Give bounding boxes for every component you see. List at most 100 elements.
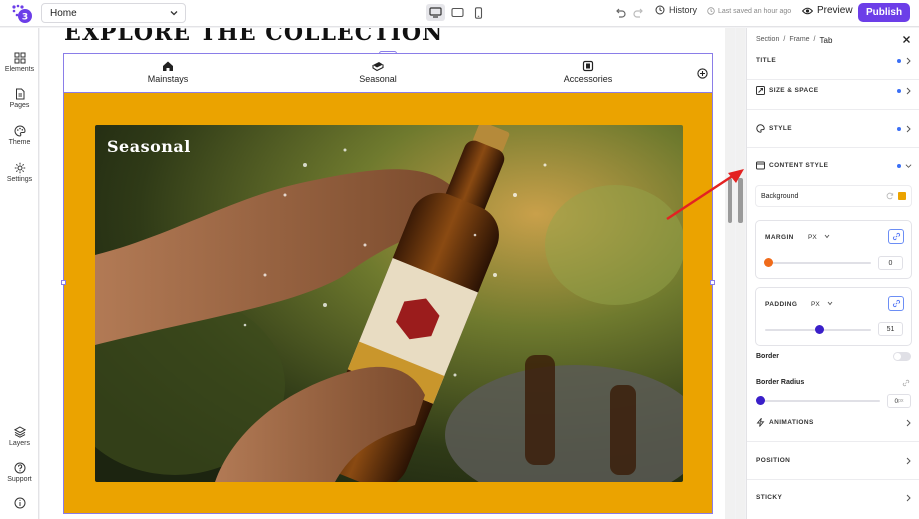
- properties-panel: Section / Frame / Tab TITLE SIZE & SPACE…: [746, 28, 919, 519]
- window-icon: [756, 161, 765, 170]
- save-status-label: Last saved an hour ago: [718, 7, 792, 15]
- panel-title[interactable]: Seasonal: [107, 137, 191, 156]
- collection-heading[interactable]: EXPLORE THE COLLECTION: [64, 28, 443, 46]
- sidebar-item-support[interactable]: Support: [0, 462, 39, 483]
- tablet-view-button[interactable]: [448, 4, 467, 21]
- section-sticky[interactable]: STICKY: [747, 480, 919, 517]
- section-content-style[interactable]: CONTENT STYLE: [747, 148, 919, 185]
- chevron-down-icon: [905, 164, 912, 168]
- help-icon: [14, 462, 25, 474]
- background-color-swatch[interactable]: [898, 192, 906, 200]
- tab-accessories[interactable]: Accessories: [484, 60, 692, 93]
- undo-icon[interactable]: [613, 6, 627, 20]
- section-position[interactable]: POSITION: [747, 443, 919, 480]
- modified-indicator: [897, 89, 901, 93]
- padding-unit-select[interactable]: PX: [811, 301, 833, 308]
- history-button[interactable]: History: [655, 5, 697, 15]
- margin-link-button[interactable]: [888, 229, 904, 244]
- tablet-icon: [451, 7, 464, 18]
- preview-label: Preview: [817, 5, 853, 16]
- canvas-scrollbar[interactable]: [725, 28, 735, 519]
- border-radius-unit: px: [898, 398, 904, 404]
- section-style[interactable]: STYLE: [747, 111, 919, 148]
- palette-icon: [756, 124, 765, 133]
- app-logo[interactable]: 3: [11, 4, 33, 24]
- border-radius-label: Border Radius: [756, 379, 805, 386]
- desktop-view-button[interactable]: [426, 4, 445, 21]
- padding-value-input[interactable]: 51: [878, 322, 903, 336]
- chevron-right-icon: [906, 125, 911, 133]
- chevron-right-icon: [906, 57, 911, 65]
- sidebar-item-elements[interactable]: Elements: [0, 52, 39, 73]
- border-toggle[interactable]: [893, 352, 911, 361]
- background-row[interactable]: Background: [755, 185, 912, 207]
- chevron-right-icon: [906, 419, 911, 427]
- link-icon: [892, 232, 900, 241]
- sidebar-label-pages: Pages: [9, 102, 30, 109]
- tab-content-panel[interactable]: Seasonal: [61, 93, 715, 514]
- modified-indicator: [897, 127, 901, 131]
- padding-link-button[interactable]: [888, 296, 904, 311]
- margin-slider-thumb[interactable]: [763, 258, 773, 267]
- canvas-scrollbar-right[interactable]: [736, 28, 745, 519]
- grid-icon: [14, 52, 25, 64]
- sidebar-label-theme: Theme: [8, 139, 31, 146]
- publish-button[interactable]: Publish: [858, 3, 910, 22]
- info-icon: [14, 497, 25, 509]
- section-animations[interactable]: ANIMATIONS: [747, 405, 919, 442]
- chevron-down-icon: [825, 234, 830, 239]
- resize-handle-right[interactable]: [710, 280, 715, 285]
- svg-text:3: 3: [22, 13, 28, 23]
- tab-mainstays[interactable]: Mainstays: [64, 60, 272, 93]
- margin-slider[interactable]: [768, 262, 871, 264]
- clock-icon: [707, 7, 715, 15]
- add-tab-icon[interactable]: [697, 68, 708, 79]
- chevron-right-icon: [906, 494, 911, 502]
- margin-value-input[interactable]: 0: [878, 256, 903, 270]
- resize-handle-left[interactable]: [61, 280, 66, 285]
- tab-label-mainstays: Mainstays: [147, 74, 189, 84]
- border-radius-slider-thumb[interactable]: [755, 396, 765, 405]
- modified-indicator: [897, 164, 901, 168]
- sidebar-item-pages[interactable]: Pages: [0, 88, 39, 109]
- page-selector[interactable]: Home: [41, 3, 186, 23]
- history-label: History: [669, 5, 698, 15]
- editor-canvas: EXPLORE THE COLLECTION Mainstays Seasona…: [40, 28, 735, 519]
- chevron-down-icon: [828, 301, 833, 306]
- padding-box: PADDING PX 51: [755, 287, 912, 346]
- sidebar-label-elements: Elements: [4, 66, 35, 73]
- border-label: Border: [756, 353, 779, 360]
- chevron-right-icon: [906, 87, 911, 95]
- link-icon: [892, 299, 900, 308]
- layers-icon: [13, 426, 26, 438]
- mobile-view-button[interactable]: [469, 4, 488, 21]
- save-status: Last saved an hour ago: [707, 7, 791, 15]
- tabs-bar: Mainstays Seasonal Accessories: [63, 53, 713, 96]
- border-radius-slider[interactable]: [760, 400, 880, 402]
- tab-seasonal[interactable]: Seasonal: [274, 60, 482, 96]
- margin-label: MARGIN: [765, 234, 794, 241]
- redo-icon[interactable]: [632, 6, 646, 20]
- sidebar-label-support: Support: [7, 476, 32, 483]
- reset-icon[interactable]: [886, 192, 894, 200]
- sidebar-item-theme[interactable]: Theme: [0, 125, 39, 146]
- page-icon: [15, 88, 24, 100]
- link-icon[interactable]: [902, 379, 910, 387]
- margin-unit-select[interactable]: PX: [808, 234, 830, 241]
- margin-unit-label: PX: [808, 234, 817, 241]
- top-toolbar: 3 Home History Last saved an hour ago Pr…: [0, 0, 919, 27]
- desktop-icon: [429, 7, 442, 18]
- sidebar-item-settings[interactable]: Settings: [0, 162, 39, 183]
- modified-indicator: [897, 59, 901, 63]
- gear-icon: [14, 162, 25, 174]
- section-size-space[interactable]: SIZE & SPACE: [747, 73, 919, 110]
- sidebar-label-settings: Settings: [6, 176, 33, 183]
- chevron-down-icon: [170, 11, 178, 16]
- padding-label: PADDING: [765, 301, 798, 308]
- mobile-icon: [474, 6, 483, 19]
- chevron-right-icon: [906, 457, 911, 465]
- sidebar-item-layers[interactable]: Layers: [0, 426, 39, 447]
- preview-button[interactable]: Preview: [802, 5, 853, 16]
- info-button[interactable]: [0, 497, 39, 509]
- padding-slider-thumb[interactable]: [814, 325, 824, 334]
